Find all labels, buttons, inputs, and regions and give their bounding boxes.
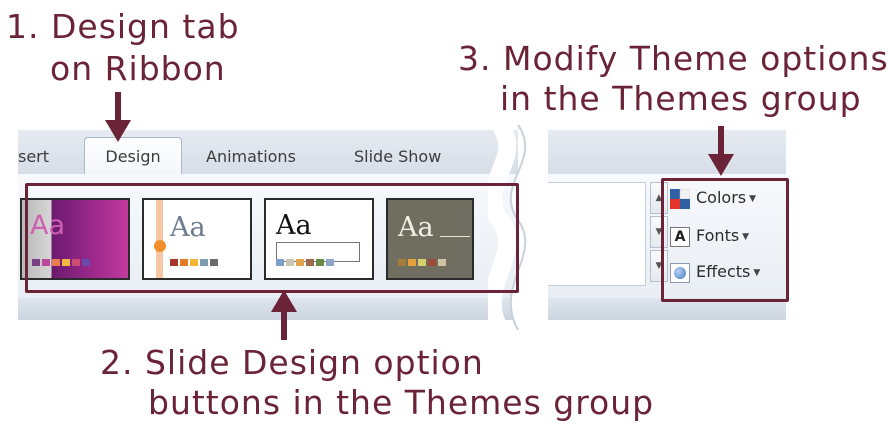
- arrow-design-tab: [115, 92, 121, 122]
- theme-options-highlight-box: [661, 178, 789, 302]
- themes-gallery-continuation: [533, 182, 646, 286]
- callout-theme-options-line2: in the Themes group: [500, 79, 862, 118]
- tab-slide-show[interactable]: Slide Show: [354, 142, 441, 172]
- tab-insert[interactable]: sert: [18, 142, 49, 172]
- ribbon-tab-bar-right: [533, 130, 786, 175]
- ribbon-tab-bar: sert Design Animations Slide Show: [18, 130, 518, 175]
- callout-design-tab-line2: on Ribbon: [50, 49, 226, 88]
- callout-theme-options-line1: 3. Modify Theme options: [458, 39, 889, 78]
- slide-design-highlight-box: [25, 183, 519, 293]
- tab-animations[interactable]: Animations: [206, 142, 296, 172]
- arrow-head: [105, 120, 131, 142]
- callout-slide-design-line2: buttons in the Themes group: [148, 383, 655, 422]
- arrow-slide-design: [281, 310, 287, 340]
- tab-design[interactable]: Design: [84, 137, 182, 175]
- arrow-head: [271, 290, 297, 312]
- arrow-head: [708, 154, 734, 176]
- callout-design-tab-line1: 1. Design tab: [6, 7, 240, 46]
- ribbon-group-footer: [18, 298, 518, 320]
- arrow-theme-options: [718, 126, 724, 156]
- callout-slide-design-line1: 2. Slide Design option: [100, 343, 484, 382]
